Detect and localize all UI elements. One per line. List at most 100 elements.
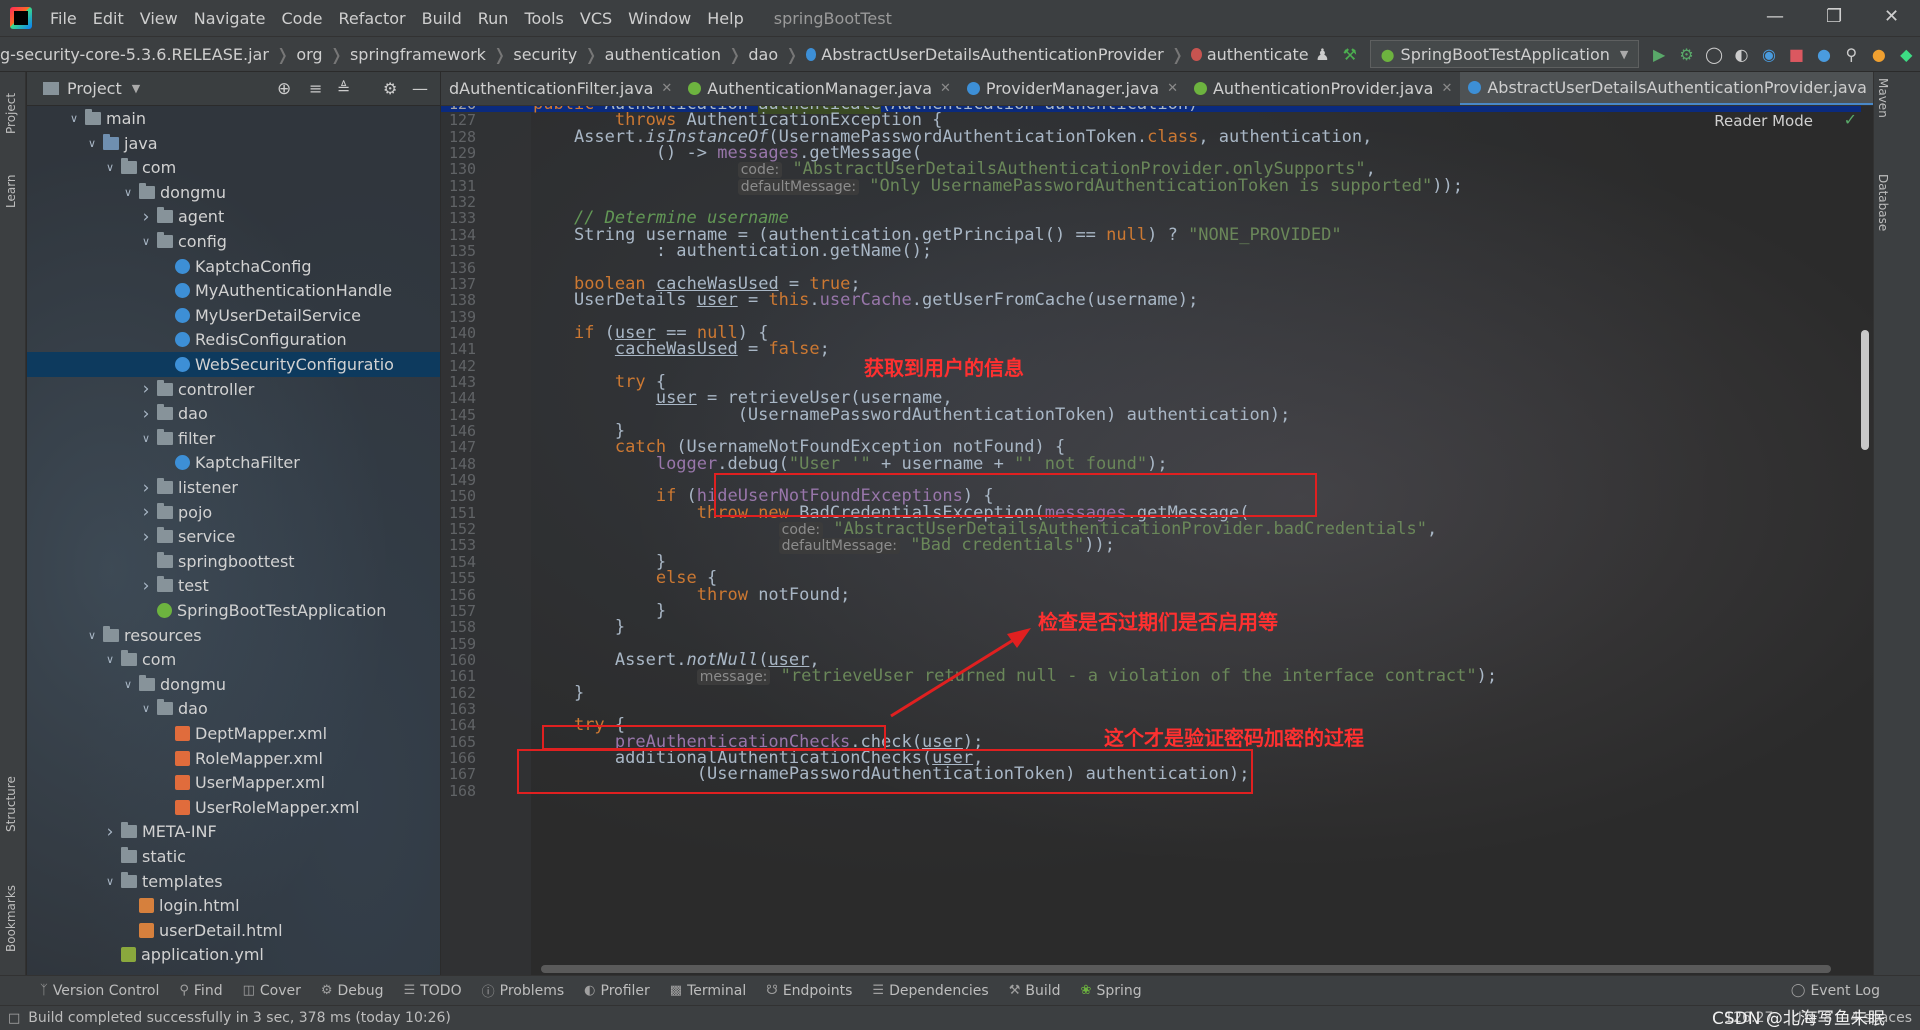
project-tool-label[interactable]: Project [4,93,18,134]
tool-version-control[interactable]: ᛉ Version Control [40,983,159,999]
minimize-icon[interactable]: — [1766,6,1784,27]
menu-vcs[interactable]: VCS [572,9,620,28]
maven-tool-label[interactable]: Maven [1876,78,1890,118]
user-icon[interactable]: ♟ [1312,41,1333,67]
tool-profiler[interactable]: ◐ Profiler [584,983,650,999]
menu-help[interactable]: Help [699,9,751,28]
stop-icon[interactable]: ■ [1786,41,1807,67]
learn-tool-label[interactable]: Learn [4,174,18,208]
chevron-right-icon[interactable]: › [139,527,153,547]
tree-item[interactable]: ∨ filter [27,426,440,451]
tool-problems[interactable]: ⓘ Problems [482,981,565,1001]
tree-item[interactable]: RedisConfiguration [27,327,440,352]
collapse-all-icon[interactable]: ≜ [337,79,350,98]
menu-build[interactable]: Build [414,9,470,28]
menu-code[interactable]: Code [274,9,331,28]
tree-item[interactable]: UserMapper.xml [27,770,440,795]
reader-mode-toggle[interactable]: Reader Mode [1714,112,1813,130]
help-icon[interactable]: ● [1813,41,1834,67]
breadcrumb-class[interactable]: AbstractUserDetailsAuthenticationProvide… [821,45,1163,64]
tree-item[interactable]: ∨ java [27,131,440,156]
menu-refactor[interactable]: Refactor [330,9,413,28]
chevron-down-icon[interactable]: ∨ [85,629,99,642]
code-line[interactable]: 162 } [441,684,1861,701]
chevron-down-icon[interactable]: ∨ [103,875,117,888]
chevron-right-icon[interactable]: › [139,502,153,522]
project-panel-title[interactable]: Project [67,79,122,98]
tool-dependencies[interactable]: ☰ Dependencies [872,983,988,999]
chevron-down-icon[interactable]: ∨ [103,161,117,174]
tree-item[interactable]: DeptMapper.xml [27,721,440,746]
breadcrumb-authentication[interactable]: authentication [605,45,721,64]
menu-file[interactable]: File [42,9,85,28]
tree-item[interactable]: ∨ com [27,155,440,180]
tree-item[interactable]: ∨ main [27,106,440,131]
locate-icon[interactable]: ⊕ [277,79,291,99]
tree-item[interactable]: RoleMapper.xml [27,746,440,771]
horizontal-scrollbar[interactable] [541,965,1831,973]
chevron-down-icon[interactable]: ∨ [139,432,153,445]
chevron-right-icon[interactable]: › [139,478,153,498]
code-line[interactable]: 131 defaultMessage: "Only UsernamePasswo… [441,177,1861,195]
editor-code-area[interactable]: 126public Authentication authenticate(Au… [441,106,1873,975]
tree-item[interactable]: › test [27,573,440,598]
upgrade-icon[interactable]: ● [1868,41,1889,67]
hide-panel-icon[interactable]: — [412,79,428,98]
tree-item[interactable]: ∨ dao [27,696,440,721]
menu-window[interactable]: Window [620,9,699,28]
tree-item[interactable]: UserRoleMapper.xml [27,795,440,820]
tool-terminal[interactable]: ▩ Terminal [670,983,746,999]
tree-item[interactable]: MyUserDetailService [27,303,440,328]
tree-item[interactable]: › agent [27,204,440,229]
breadcrumb-org[interactable]: org [296,45,322,64]
menu-view[interactable]: View [132,9,186,28]
tree-item[interactable]: MyAuthenticationHandle [27,278,440,303]
tree-item[interactable]: KaptchaConfig [27,254,440,279]
profiler-icon[interactable]: ◐ [1731,41,1752,67]
chevron-right-icon[interactable]: › [139,379,153,399]
close-window-icon[interactable]: ✕ [1884,6,1899,27]
breadcrumb-method[interactable]: authenticate [1207,45,1309,64]
close-icon[interactable]: ✕ [661,81,672,96]
tree-item[interactable]: › META-INF [27,819,440,844]
chevron-right-icon[interactable]: › [103,822,117,842]
breadcrumb-jar[interactable]: g-security-core-5.3.6.RELEASE.jar [0,45,269,64]
tree-item[interactable]: › dao [27,401,440,426]
tab-abstract-user-details-provider[interactable]: AbstractUserDetailsAuthenticationProvide… [1460,72,1873,105]
menu-navigate[interactable]: Navigate [186,9,274,28]
breadcrumb-security[interactable]: security [513,45,577,64]
jetbrains-toolbox-icon[interactable]: ◆ [1896,41,1917,67]
structure-tool-label[interactable]: Structure [4,776,18,832]
tree-item[interactable]: ∨ resources [27,623,440,648]
breadcrumb-dao[interactable]: dao [748,45,778,64]
tree-item[interactable]: › pojo [27,500,440,525]
tree-item[interactable]: userDetail.html [27,918,440,943]
tree-item[interactable]: ∨ dongmu [27,180,440,205]
menu-tools[interactable]: Tools [516,9,571,28]
tab-authentication-provider[interactable]: AuthenticationProvider.java ✕ [1186,72,1460,105]
tree-item[interactable]: login.html [27,893,440,918]
expand-all-icon[interactable]: ≡ [309,79,322,98]
run-icon[interactable]: ▶ [1648,41,1669,67]
menu-edit[interactable]: Edit [85,9,132,28]
chevron-right-icon[interactable]: › [139,576,153,596]
chevron-down-icon[interactable]: ∨ [139,702,153,715]
close-icon[interactable]: ✕ [1167,81,1178,96]
chevron-down-icon[interactable]: ▼ [132,82,140,95]
tree-item[interactable]: › listener [27,475,440,500]
code-line[interactable]: 148 logger.debug("User '" + username + "… [441,455,1861,472]
code-line[interactable]: 145 (UsernamePasswordAuthenticationToken… [441,406,1861,423]
menu-run[interactable]: Run [470,9,517,28]
restore-icon[interactable]: ❐ [1826,6,1842,27]
chevron-down-icon[interactable]: ∨ [85,137,99,150]
chevron-down-icon[interactable]: ∨ [67,112,81,125]
chevron-down-icon[interactable]: ∨ [121,186,135,199]
vertical-scrollbar[interactable] [1861,330,1869,450]
tree-item[interactable]: › controller [27,377,440,402]
debug-icon[interactable]: ⚙ [1676,41,1697,67]
code-editor[interactable]: 126public Authentication authenticate(Au… [441,106,1873,975]
tool-spring[interactable]: ❀ Spring [1081,983,1142,999]
tool-cover[interactable]: ◫ Cover [243,983,301,999]
tool-debug[interactable]: ⚙ Debug [321,983,384,999]
tab-authentication-filter[interactable]: dAuthenticationFilter.java ✕ [441,72,680,105]
